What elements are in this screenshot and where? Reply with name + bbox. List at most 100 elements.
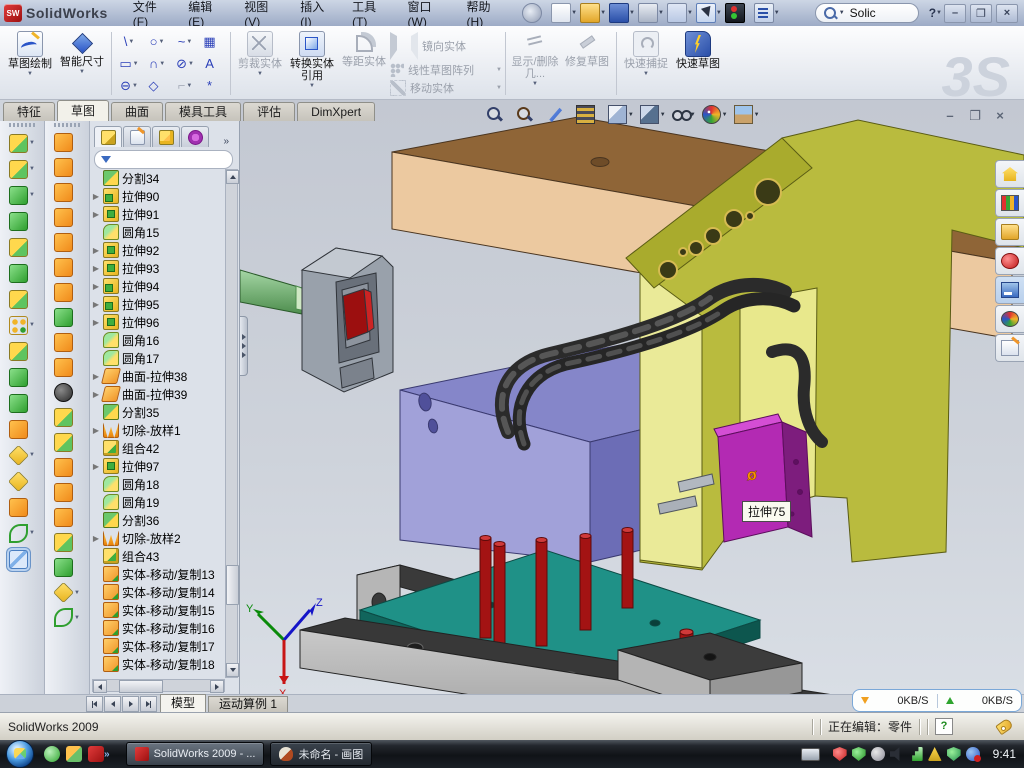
task-pane-tab[interactable] (995, 247, 1024, 275)
tab-scroll-last-button[interactable] (140, 696, 157, 712)
ribbon-tab[interactable]: 曲面 (111, 102, 163, 121)
tag-icon[interactable] (995, 718, 1014, 736)
feature-tool-button[interactable]: ▼ (9, 416, 35, 442)
document-tab[interactable]: 模型 (160, 694, 206, 712)
headsup-tool-button[interactable]: ▼ (546, 106, 570, 123)
title-tool-button[interactable]: ▼ (667, 3, 695, 23)
network-speed-widget[interactable]: 0KB/S 0KB/S (852, 689, 1022, 712)
chevron-down-icon[interactable]: ▼ (128, 39, 134, 45)
expand-arrow-icon[interactable]: ▶ (92, 534, 100, 543)
surface-tool-button[interactable]: ▼ (54, 305, 80, 330)
task-pane-tab[interactable] (995, 160, 1024, 188)
headsup-tool-button[interactable]: ▼ (734, 105, 760, 124)
rapid-sketch-button[interactable]: 快速草图 (672, 28, 724, 99)
search-input[interactable]: Solic (850, 6, 876, 20)
surface-tool-button[interactable]: ▼ (54, 180, 80, 205)
feature-tool-button[interactable]: ▼ (9, 520, 35, 546)
tree-item[interactable]: ▶ 拉伸97 (92, 457, 225, 475)
feature-tool-button[interactable]: ▼ (9, 390, 35, 416)
sketch-entity-button[interactable]: ▦ ▼ (199, 31, 227, 53)
messenger-status-icon[interactable] (966, 747, 980, 761)
expand-arrow-icon[interactable]: ▶ (92, 462, 100, 471)
title-tool-button[interactable]: ▼ (522, 3, 550, 23)
title-tool-button[interactable]: ▼ (754, 3, 782, 23)
feature-tool-button[interactable]: ▼ (9, 286, 35, 312)
tree-item[interactable]: ▶ 圆角17 (92, 349, 225, 367)
graphics-viewport[interactable]: ø (240, 100, 1024, 694)
chevron-down-icon[interactable]: ▼ (716, 10, 722, 16)
tree-item[interactable]: ▶ 曲面-拉伸39 (92, 385, 225, 403)
quick-launch-icon[interactable] (88, 746, 104, 762)
ribbon-tab[interactable]: 草图 (57, 100, 109, 121)
doc-close-button[interactable]: × (992, 108, 1008, 124)
chevron-down-icon[interactable]: ▼ (687, 10, 693, 16)
chevron-down-icon[interactable]: ▼ (133, 61, 139, 67)
tree-item[interactable]: ▶ 组合43 (92, 547, 225, 565)
scroll-up-button[interactable] (226, 170, 239, 184)
network-warning-icon[interactable] (928, 747, 942, 761)
sketch-entity-button[interactable]: ∩ ▼ (143, 53, 171, 75)
task-pane-tab[interactable] (995, 305, 1024, 333)
tree-item[interactable]: ▶ 实体-移动/复制17 (92, 637, 225, 655)
model-slide-clamp[interactable] (302, 248, 393, 392)
surface-tool-button[interactable]: ▼ (54, 405, 80, 430)
surface-tool-button[interactable]: ▼ (54, 330, 80, 355)
toolbar-handle[interactable] (54, 123, 80, 127)
title-tool-button[interactable]: ▼ (551, 3, 579, 23)
tree-item[interactable]: ▶ 圆角19 (92, 493, 225, 511)
feature-tool-button[interactable]: ▼ (9, 156, 35, 182)
expand-arrow-icon[interactable]: ▶ (92, 282, 100, 291)
expand-arrow-icon[interactable]: ▶ (92, 210, 100, 219)
mirror-entities-button[interactable]: 镜向实体 (390, 32, 502, 60)
chevron-down-icon[interactable]: ▼ (722, 112, 728, 118)
tree-item[interactable]: ▶ 圆角16 (92, 331, 225, 349)
title-tool-button[interactable]: ▼ (609, 3, 637, 23)
surface-tool-button[interactable]: ▼ (54, 555, 80, 580)
tree-item[interactable]: ▶ 实体-移动/复制15 (92, 601, 225, 619)
feature-tool-button[interactable]: ▼ (9, 364, 35, 390)
chevron-down-icon[interactable]: ▼ (74, 590, 80, 596)
chevron-down-icon[interactable]: ▼ (571, 10, 577, 16)
expand-arrow-icon[interactable]: ▶ (92, 264, 100, 273)
headsup-tool-button[interactable]: ▼ (640, 105, 666, 124)
manager-overflow-button[interactable]: » (223, 136, 237, 147)
wireless-icon[interactable] (909, 747, 923, 761)
volume-icon[interactable] (890, 747, 904, 761)
expand-arrow-icon[interactable]: ▶ (92, 390, 100, 399)
tree-item[interactable]: ▶ 实体-移动/复制13 (92, 565, 225, 583)
convert-entities-button[interactable]: 转换实体引用▼ (286, 28, 338, 99)
surface-tool-button[interactable]: ▼ (54, 205, 80, 230)
scroll-right-button[interactable] (210, 680, 224, 693)
title-tool-button[interactable]: ▼ (580, 3, 608, 23)
tree-filter-input[interactable] (94, 150, 233, 169)
tree-item[interactable]: ▶ 切除-放样2 (92, 529, 225, 547)
tree-item[interactable]: ▶ 曲面-拉伸38 (92, 367, 225, 385)
ribbon-tab[interactable]: 评估 (243, 102, 295, 121)
antivirus-icon[interactable] (852, 747, 866, 761)
headsup-tool-button[interactable]: ▼ (702, 105, 728, 124)
sketch-entity-button[interactable]: ○ ▼ (143, 31, 171, 53)
taskbar-window-button[interactable]: SolidWorks 2009 - ... (126, 742, 265, 766)
chevron-down-icon[interactable]: ▼ (158, 39, 164, 45)
tree-item[interactable]: ▶ 拉伸95 (92, 295, 225, 313)
task-pane-tab[interactable] (995, 276, 1024, 304)
sketch-button[interactable]: 草图绘制▼ (4, 28, 56, 99)
task-pane-tab[interactable] (995, 189, 1024, 217)
tree-item[interactable]: ▶ 实体-移动/复制16 (92, 619, 225, 637)
scroll-thumb[interactable] (226, 565, 239, 605)
close-button[interactable]: × (996, 4, 1018, 23)
feature-tool-button[interactable]: ▼ (9, 182, 35, 208)
manager-tab[interactable] (181, 126, 209, 147)
chevron-down-icon[interactable]: ▼ (29, 452, 35, 458)
manager-tab[interactable] (152, 126, 180, 147)
tree-item[interactable]: ▶ 拉伸93 (92, 259, 225, 277)
feature-tool-button[interactable]: ▼ (9, 494, 35, 520)
manager-tab[interactable] (94, 126, 122, 147)
tree-horizontal-scrollbar[interactable] (92, 679, 225, 692)
title-tool-button[interactable]: ▼ (783, 4, 809, 22)
model-magenta-slide-block[interactable] (714, 414, 812, 542)
chevron-down-icon[interactable]: ▼ (29, 322, 35, 328)
tree-item[interactable]: ▶ 分割35 (92, 403, 225, 421)
headsup-tool-button[interactable]: ▼ (576, 105, 602, 124)
surface-tool-button[interactable]: ▼ (54, 505, 80, 530)
